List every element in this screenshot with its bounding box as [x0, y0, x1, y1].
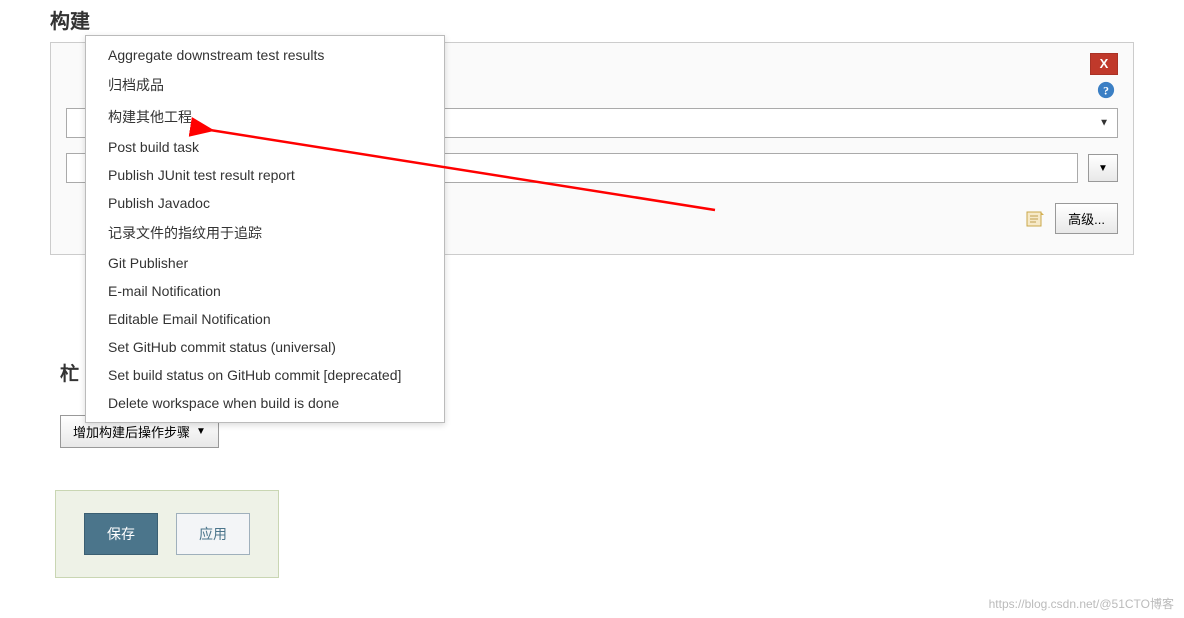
dropdown-item-archive[interactable]: 归档成品 [86, 69, 444, 101]
advanced-button[interactable]: 高级... [1055, 203, 1118, 234]
note-icon [1025, 209, 1045, 229]
close-button[interactable]: X [1090, 53, 1118, 75]
dropdown-item-github-deprecated[interactable]: Set build status on GitHub commit [depre… [86, 361, 444, 389]
save-button[interactable]: 保存 [84, 513, 158, 555]
chevron-down-icon: ▼ [1099, 118, 1109, 129]
dropdown-item-github-status[interactable]: Set GitHub commit status (universal) [86, 333, 444, 361]
apply-button[interactable]: 应用 [176, 513, 250, 555]
expand-button[interactable]: ▼ [1088, 154, 1118, 182]
post-build-section-title: 杧 [60, 359, 79, 386]
dropdown-item-delete-workspace[interactable]: Delete workspace when build is done [86, 389, 444, 417]
section-title-build: 构建 [50, 5, 1134, 34]
chevron-down-icon: ▼ [1098, 163, 1108, 174]
watermark-text: https://blog.csdn.net/@51CTO博客 [989, 595, 1174, 612]
svg-text:?: ? [1103, 85, 1109, 98]
dropdown-item-aggregate[interactable]: Aggregate downstream test results [86, 41, 444, 69]
add-step-label: 增加构建后操作步骤 [73, 422, 190, 441]
dropdown-item-build-other[interactable]: 构建其他工程 [86, 101, 444, 133]
help-icon[interactable]: ? [1097, 81, 1115, 99]
dropdown-item-post-build-task[interactable]: Post build task [86, 133, 444, 161]
dropdown-item-javadoc[interactable]: Publish Javadoc [86, 189, 444, 217]
dropdown-item-junit[interactable]: Publish JUnit test result report [86, 161, 444, 189]
dropdown-item-editable-email[interactable]: Editable Email Notification [86, 305, 444, 333]
chevron-down-icon: ▼ [196, 426, 206, 437]
dropdown-item-email[interactable]: E-mail Notification [86, 277, 444, 305]
dropdown-item-fingerprint[interactable]: 记录文件的指纹用于追踪 [86, 217, 444, 249]
dropdown-item-git-publisher[interactable]: Git Publisher [86, 249, 444, 277]
post-build-dropdown: Aggregate downstream test results 归档成品 构… [85, 35, 445, 423]
save-bar: 保存 应用 [55, 490, 279, 578]
